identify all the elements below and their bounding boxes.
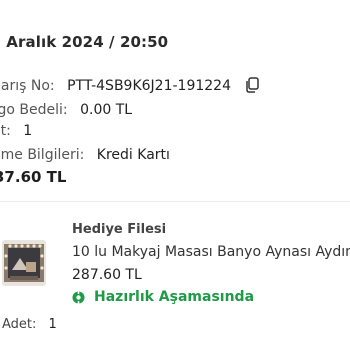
shipping-label: rgo Bedeli: (0, 102, 68, 118)
product-name[interactable]: 10 lu Makyaj Masası Banyo Aynası Aydınla… (72, 244, 350, 260)
order-status-label: Hazırlık Aşamasında (94, 289, 255, 305)
order-number-row: parış No: PTT-4SB9K6J21-191224 (0, 77, 260, 94)
order-detail-page: ) Aralık 2024 / 20:50 parış No: PTT-4SB9… (0, 0, 350, 350)
count-value: 1 (23, 123, 33, 139)
count-label: et: (0, 123, 11, 139)
product-price: 287.60 TL (72, 267, 142, 283)
order-number-value: PTT-4SB9K6J21-191224 (67, 78, 231, 94)
quantity-label: Adet: (2, 317, 37, 332)
shipping-row: rgo Bedeli: 0.00 TL (0, 102, 132, 118)
order-status: Hazırlık Aşamasında (72, 289, 350, 305)
order-date: ) Aralık 2024 / 20:50 (0, 33, 169, 51)
shipping-value: 0.00 TL (80, 102, 133, 118)
product-info: Hediye Filesi 10 lu Makyaj Masası Banyo … (72, 222, 350, 305)
product-thumbnail[interactable] (2, 240, 46, 286)
seller-name[interactable]: Hediye Filesi (72, 222, 350, 237)
divider (0, 201, 350, 202)
payment-value: Kredi Kartı (96, 147, 170, 163)
item-quantity: Adet: 1 (2, 317, 57, 332)
gear-icon (72, 291, 85, 304)
payment-label: eme Bilgileri: (0, 147, 85, 163)
payment-row: eme Bilgileri: Kredi Kartı (0, 147, 170, 163)
count-row: et: 1 (0, 123, 32, 139)
order-number-label: parış No: (0, 78, 55, 94)
quantity-value: 1 (48, 317, 57, 332)
copy-icon[interactable] (245, 77, 260, 93)
order-total: 37.60 TL (0, 168, 67, 186)
